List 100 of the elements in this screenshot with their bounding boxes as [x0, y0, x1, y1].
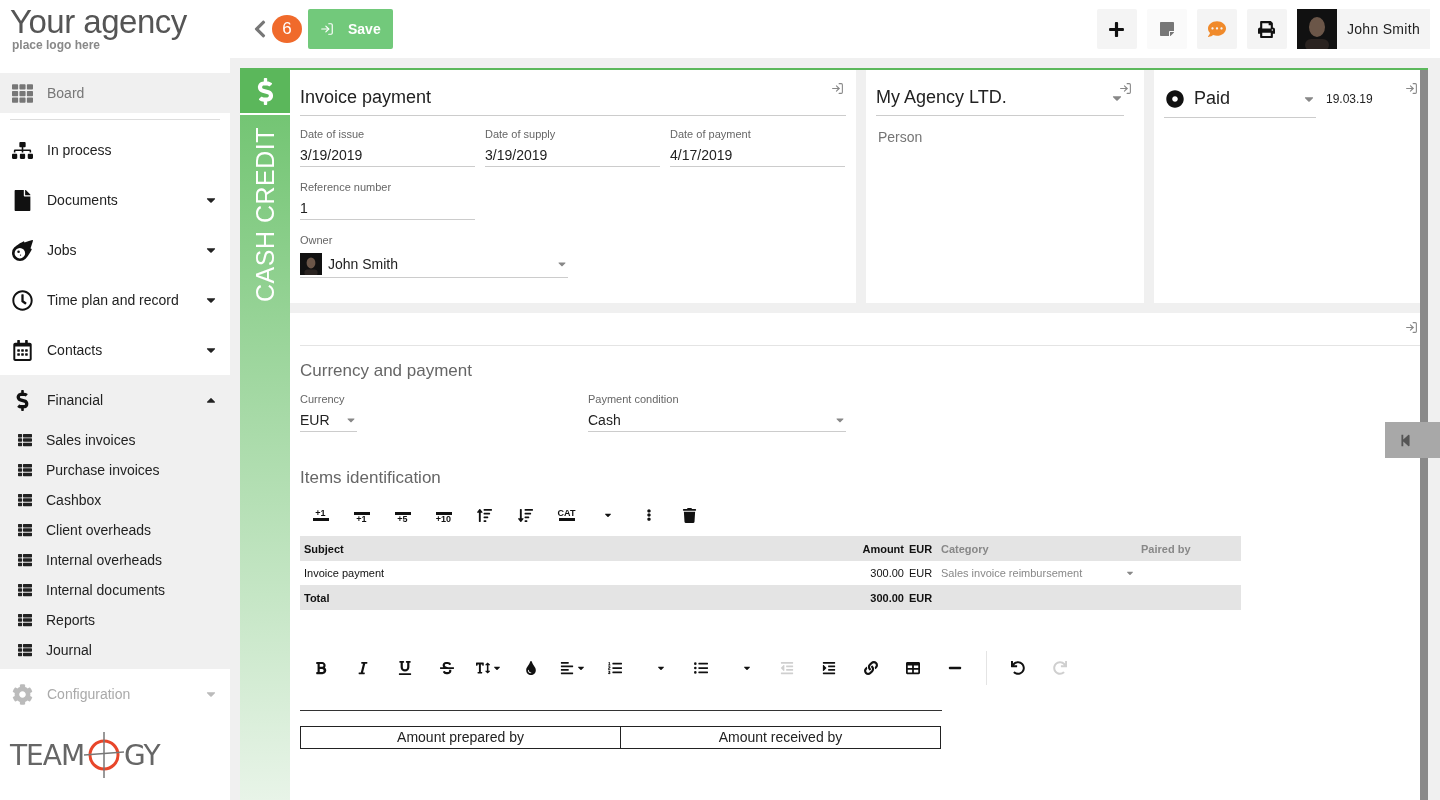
list-icon [18, 583, 32, 597]
status-dropdown[interactable]: Paid [1164, 80, 1316, 118]
step-back-icon [1399, 433, 1412, 447]
note-button[interactable] [1146, 9, 1187, 49]
outdent-icon [780, 661, 794, 675]
sidebar-subitem[interactable]: Cashbox [0, 485, 230, 515]
sidebar-item[interactable]: Financial [0, 375, 230, 425]
column-header: Amount [861, 542, 905, 555]
status-date: 19.03.19 [1326, 92, 1373, 106]
printer-icon [1258, 20, 1276, 38]
table-cell-text: EUR [909, 567, 934, 579]
section-heading: Items identification [300, 468, 442, 488]
insert-rows-button[interactable]: +1 [341, 502, 382, 528]
column-header: Subject [304, 542, 345, 555]
field-label: Date of issue [300, 128, 366, 140]
table-cell-text: Invoice payment [304, 567, 386, 579]
grid-icon [12, 82, 33, 104]
clock-icon [12, 289, 33, 311]
input-field[interactable]: 3/19/2019 [485, 144, 660, 167]
logo-subtitle: place logo here [12, 38, 101, 52]
text-height-icon [476, 661, 490, 675]
field-label: Owner [300, 234, 334, 246]
document-icon [12, 189, 33, 211]
input-field[interactable]: 3/19/2019 [300, 144, 475, 167]
calendar-icon [12, 339, 33, 361]
owner-dropdown[interactable]: John Smith [300, 250, 568, 278]
field-label: Currency [300, 393, 346, 405]
section-heading: Currency and payment [300, 361, 473, 381]
insert-row-button[interactable]: CAT [546, 502, 587, 528]
sidebar-subitem[interactable]: Sales invoices [0, 425, 230, 455]
sidebar-item[interactable]: Board [0, 73, 230, 113]
list-icon [18, 433, 32, 447]
sidebar-subitem[interactable]: Journal [0, 635, 230, 665]
sidebar-subitem[interactable]: Client overheads [0, 515, 230, 545]
column-header: EUR [909, 542, 934, 555]
payment-condition-dropdown[interactable]: Cash [588, 409, 846, 432]
field-label: Payment condition [588, 393, 680, 405]
strikethrough-icon [440, 661, 454, 675]
panel-toggle-button[interactable] [1385, 422, 1440, 458]
list-icon [18, 523, 32, 537]
sort-up-icon [477, 507, 492, 523]
list-icon [18, 463, 32, 477]
sidebar-subitem[interactable]: Reports [0, 605, 230, 635]
list-icon [18, 613, 32, 627]
italic-icon [356, 661, 370, 675]
list-icon [18, 643, 32, 657]
print-button[interactable] [1246, 9, 1287, 49]
scrollbar[interactable] [1420, 70, 1428, 800]
logo-title: Your agency [10, 6, 188, 38]
category-dropdown[interactable]: Sales invoice reimbursement [941, 567, 1141, 579]
table-cell-text: Amount prepared by [396, 728, 525, 747]
trash-icon [682, 507, 697, 523]
sticky-note-icon [1158, 21, 1175, 37]
table-cell-text: 300.00 [869, 591, 905, 604]
list-icon [18, 493, 32, 507]
meteor-icon [12, 239, 33, 261]
user-button[interactable]: John Smith [1296, 9, 1430, 49]
brand-logo: TEAM GY [0, 730, 230, 780]
table-cell-text: 300.00 [869, 567, 905, 579]
currency-dropdown[interactable]: EUR [300, 409, 357, 432]
insert-row-button[interactable]: +1 [300, 502, 341, 528]
redo-icon [1053, 661, 1067, 675]
field-label: Reference number [300, 181, 393, 193]
field-label: Date of supply [485, 128, 557, 140]
sidebar-subitem[interactable]: Internal documents [0, 575, 230, 605]
sidebar-subitem[interactable]: Internal overheads [0, 545, 230, 575]
undo-icon [1011, 661, 1025, 675]
sign-in-icon [320, 22, 334, 36]
link-icon [864, 661, 878, 675]
notification-badge: 6 [272, 15, 302, 43]
title-field[interactable]: Invoice payment [300, 80, 846, 116]
company-dropdown[interactable]: My Agency LTD. [876, 80, 1124, 116]
drop-icon [524, 661, 538, 675]
bold-icon [314, 661, 328, 675]
sitemap-icon [12, 139, 33, 161]
sign-in-icon[interactable] [831, 82, 844, 95]
insert-rows-button[interactable]: +10 [423, 502, 464, 528]
gear-icon [12, 683, 33, 705]
plus-icon [1108, 20, 1126, 38]
document-type: CASH CREDIT [250, 127, 280, 302]
add-button[interactable] [1096, 9, 1137, 49]
insert-rows-button[interactable]: +5 [382, 502, 423, 528]
table-cell-text: EUR [909, 591, 934, 604]
sign-in-icon[interactable] [1119, 82, 1132, 95]
table-icon [906, 661, 920, 675]
sign-in-icon[interactable] [1405, 321, 1418, 334]
bullet-list-icon [694, 661, 708, 675]
align-left-icon [560, 661, 574, 675]
column-header: Category [941, 542, 990, 555]
sign-in-icon[interactable] [1405, 82, 1418, 95]
record-icon [1166, 89, 1184, 108]
indent-icon [822, 661, 836, 675]
list-icon [18, 553, 32, 567]
sidebar-subitem[interactable]: Purchase invoices [0, 455, 230, 485]
field-label: Date of payment [670, 128, 752, 140]
input-field[interactable]: 4/17/2019 [670, 144, 845, 167]
input-field[interactable]: 1 [300, 197, 475, 220]
speech-bubble-icon [1207, 20, 1226, 38]
table-cell: Amount received by [620, 727, 940, 748]
column-header: Paired by [1141, 542, 1192, 555]
